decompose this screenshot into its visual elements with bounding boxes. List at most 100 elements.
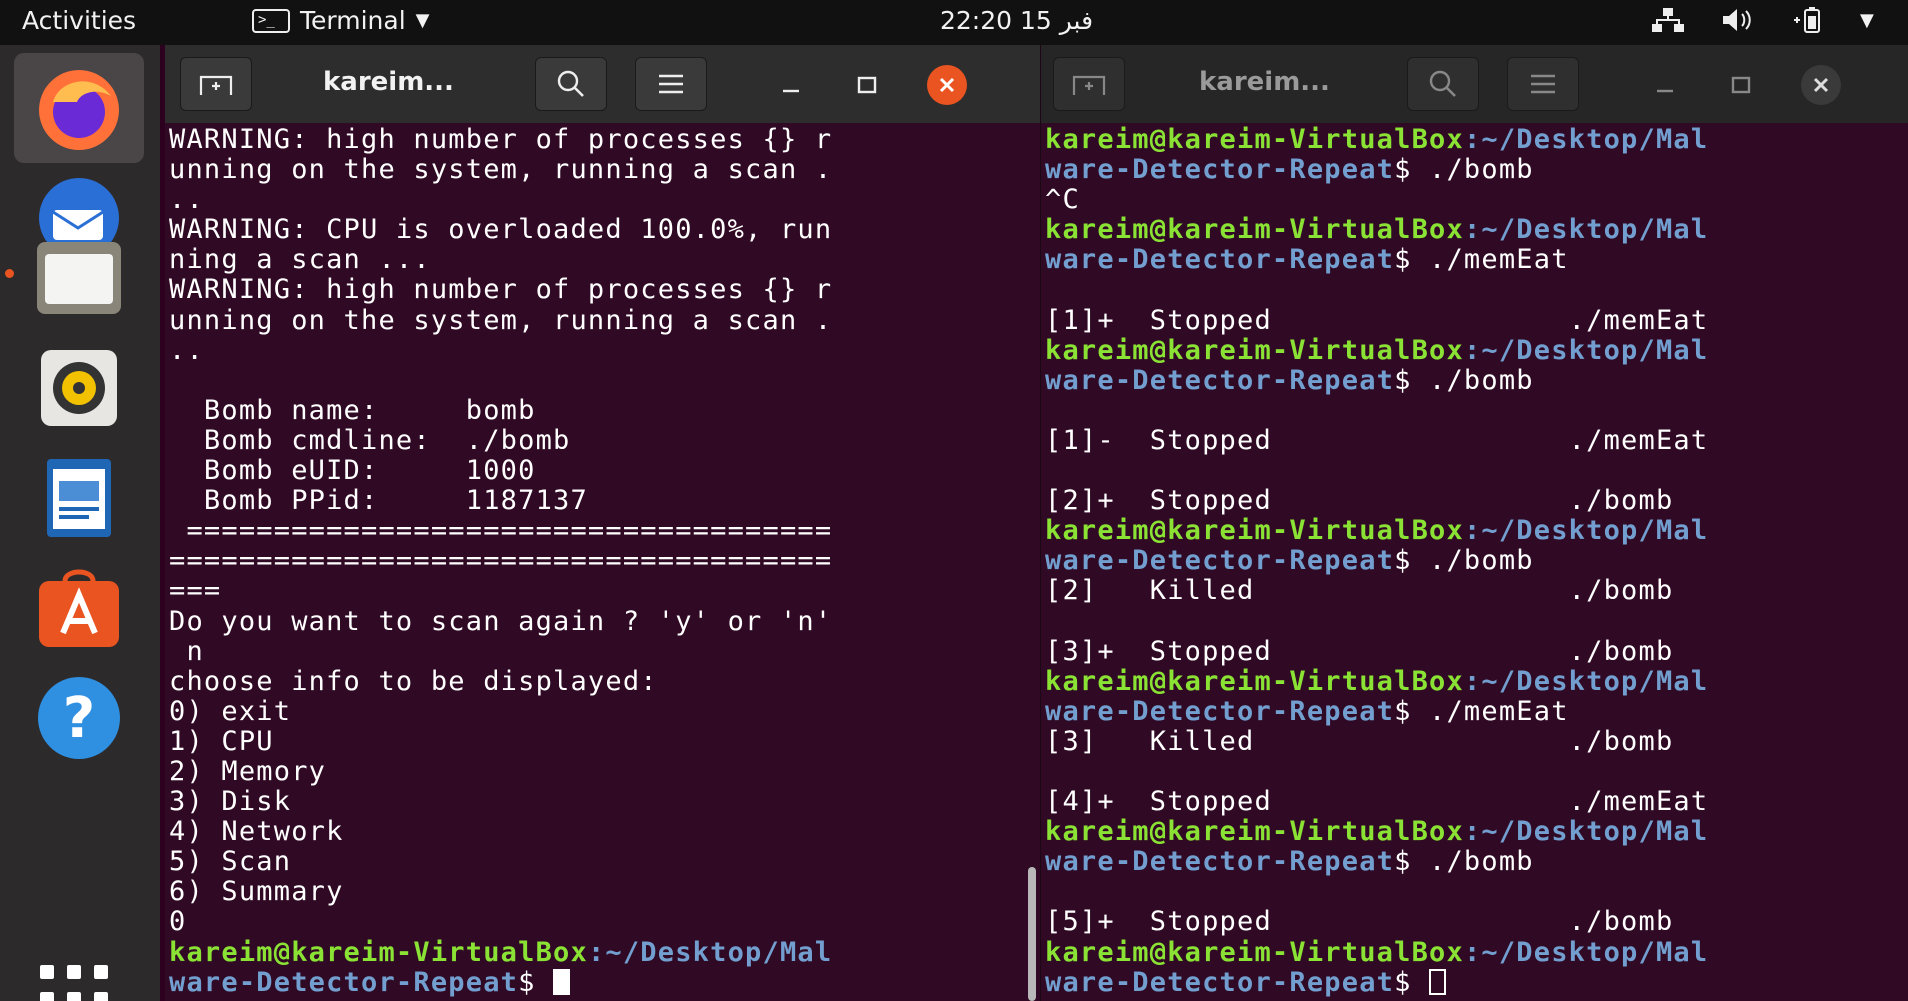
dock-item-rhythmbox[interactable] xyxy=(14,333,144,443)
app-menu-label: Terminal xyxy=(300,6,406,35)
line-text: ===================================== xyxy=(169,515,833,547)
software-center-icon xyxy=(39,569,119,647)
prompt-user: kareim@kareim-VirtualBox xyxy=(1045,334,1464,366)
rhythmbox-icon xyxy=(41,350,117,426)
new-tab-button[interactable] xyxy=(1053,57,1125,111)
terminal-line: kareim@kareim-VirtualBox:~/Desktop/Mal xyxy=(1045,215,1890,245)
terminal-line: ware-Detector-Repeat$ ./memEat xyxy=(1045,245,1890,275)
running-indicator xyxy=(5,269,14,278)
terminal-line: WARNING: CPU is overloaded 100.0%, run xyxy=(169,215,1022,245)
prompt-path: :~/Desktop/Mal xyxy=(1463,665,1709,697)
show-applications-icon[interactable] xyxy=(40,965,108,1001)
terminal-line: ^C xyxy=(1045,185,1890,215)
app-menu[interactable]: >_ Terminal ▼ xyxy=(252,6,430,35)
terminal-line: [3] Killed ./bomb xyxy=(1045,725,1890,757)
network-icon xyxy=(1652,8,1684,32)
line-text: 0) exit xyxy=(169,695,292,727)
clock[interactable]: 22:20 15 فبر xyxy=(940,6,1093,35)
terminal-line: Bomb PPid: 1187137 xyxy=(169,486,1022,516)
terminal-line: 2) Memory xyxy=(169,756,1022,787)
system-tray[interactable]: ▼ xyxy=(1650,6,1874,34)
line-text: 0 xyxy=(169,906,187,938)
dock-item-firefox[interactable] xyxy=(14,53,144,163)
terminal-line: ware-Detector-Repeat$ ./bomb xyxy=(1045,847,1890,877)
prompt-user: kareim@kareim-VirtualBox xyxy=(1045,665,1464,697)
prompt-path: ware-Detector-Repeat xyxy=(1045,244,1395,276)
line-text: $ ./bomb xyxy=(1394,545,1534,577)
terminal-line: kareim@kareim-VirtualBox:~/Desktop/Mal xyxy=(169,937,1022,968)
terminal-output[interactable]: WARNING: high number of processes {} r un… xyxy=(169,124,1022,1001)
terminal-line: 0 xyxy=(169,907,1022,937)
terminal-line: ware-Detector-Repeat$ ./memEat xyxy=(1045,695,1890,727)
terminal-output[interactable]: kareim@kareim-VirtualBox:~/Desktop/Mal wa… xyxy=(1045,124,1890,1001)
terminal-window-left[interactable]: kareim... WARNING: high number of proces… xyxy=(165,45,1040,1001)
prompt-path: :~/Desktop/Mal xyxy=(1463,214,1709,246)
line-text: [1]- Stopped ./memEat xyxy=(1045,424,1709,456)
line-text: Bomb PPid: 1187137 xyxy=(169,485,588,517)
system-menu-icon: ▼ xyxy=(1860,9,1874,31)
line-text: 6) Summary xyxy=(169,876,344,908)
prompt-user: kareim@kareim-VirtualBox xyxy=(1045,214,1464,246)
close-button[interactable] xyxy=(1801,65,1841,105)
search-button[interactable] xyxy=(1407,57,1479,111)
window-title: kareim... xyxy=(323,67,454,97)
menu-button[interactable] xyxy=(635,57,707,111)
terminal-line: n xyxy=(169,636,1022,667)
terminal-line: kareim@kareim-VirtualBox:~/Desktop/Mal xyxy=(1045,937,1890,968)
prompt-path: ware-Detector-Repeat xyxy=(1045,364,1395,396)
prompt-user: kareim@kareim-VirtualBox xyxy=(1045,124,1464,155)
new-tab-button[interactable] xyxy=(180,57,252,111)
terminal-line: === xyxy=(169,576,1022,606)
new-tab-icon xyxy=(199,75,233,95)
prompt-path: ware-Detector-Repeat xyxy=(169,966,519,998)
terminal-line: kareim@kareim-VirtualBox:~/Desktop/Mal xyxy=(1045,665,1890,697)
dock-item-software[interactable] xyxy=(14,553,144,663)
prompt-user: kareim@kareim-VirtualBox xyxy=(1045,515,1464,547)
terminal-line: [4]+ Stopped ./memEat xyxy=(1045,787,1890,817)
line-text: unning on the system, running a scan . xyxy=(169,304,833,336)
scrollbar[interactable] xyxy=(1028,867,1036,1001)
line-text: unning on the system, running a scan . xyxy=(169,154,833,186)
terminal-line: WARNING: high number of processes {} r xyxy=(169,275,1022,305)
minimize-button[interactable] xyxy=(1645,65,1685,105)
maximize-button[interactable] xyxy=(1721,65,1761,105)
top-bar: Activities >_ Terminal ▼ 22:20 15 فبر ▼ xyxy=(0,0,1908,45)
line-text: [2]+ Stopped ./bomb xyxy=(1045,485,1674,517)
maximize-icon xyxy=(857,76,877,94)
dock-item-files-icon-wrap xyxy=(14,223,144,333)
terminal-line: ware-Detector-Repeat$ ./bomb xyxy=(1045,155,1890,185)
prompt-path: ware-Detector-Repeat xyxy=(1045,695,1395,727)
terminal-line: kareim@kareim-VirtualBox:~/Desktop/Mal xyxy=(1045,334,1890,366)
text-cursor xyxy=(1429,968,1447,995)
terminal-line: 4) Network xyxy=(169,817,1022,847)
close-icon xyxy=(939,77,955,93)
terminal-line: ware-Detector-Repeat$ xyxy=(1045,967,1890,998)
line-text: === xyxy=(169,575,222,607)
terminal-line: ====================================== xyxy=(169,546,1022,576)
dock-item-help[interactable]: ? xyxy=(14,663,144,773)
terminal-window-right[interactable]: kareim... kareim@kareim-VirtualBox:~/Des… xyxy=(1040,45,1908,1001)
line-text: $ ./bomb xyxy=(1394,846,1534,878)
help-icon: ? xyxy=(38,677,120,759)
terminal-line: [3]+ Stopped ./bomb xyxy=(1045,636,1890,667)
line-text: [3] Killed ./bomb xyxy=(1045,725,1674,757)
search-button[interactable] xyxy=(535,57,607,111)
prompt-path: ware-Detector-Repeat xyxy=(1045,154,1395,186)
close-button[interactable] xyxy=(927,65,967,105)
line-text: choose info to be displayed: xyxy=(169,665,658,697)
headerbar: kareim... xyxy=(1041,45,1908,123)
prompt-path: :~/Desktop/Mal xyxy=(1463,515,1709,547)
maximize-button[interactable] xyxy=(847,65,887,105)
writer-icon xyxy=(47,459,111,537)
terminal-line: 1) CPU xyxy=(169,726,1022,757)
activities-button[interactable]: Activities xyxy=(22,6,136,35)
terminal-line: unning on the system, running a scan . xyxy=(169,155,1022,185)
terminal-line: [2] Killed ./bomb xyxy=(1045,576,1890,606)
terminal-line: Bomb cmdline: ./bomb xyxy=(169,425,1022,456)
hamburger-icon xyxy=(1531,74,1555,94)
minimize-button[interactable] xyxy=(771,65,811,105)
new-tab-icon xyxy=(1072,75,1106,95)
dock-item-writer[interactable] xyxy=(14,443,144,553)
terminal-line: ===================================== xyxy=(169,516,1022,546)
menu-button[interactable] xyxy=(1507,57,1579,111)
